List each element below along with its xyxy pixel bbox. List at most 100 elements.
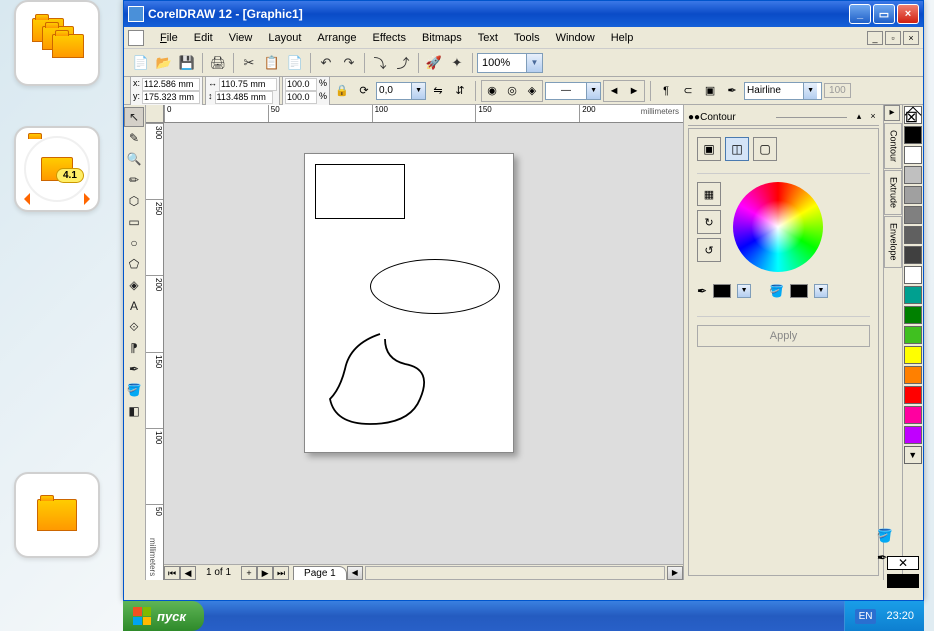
zoom-input[interactable] [478, 57, 526, 69]
tab-envelope[interactable]: Envelope [884, 216, 902, 268]
palette-swatch[interactable] [904, 186, 922, 204]
pos-x[interactable]: 112.586 mm [142, 78, 200, 91]
menu-edit[interactable]: Edit [186, 30, 221, 46]
shape-tool[interactable]: ✎ [124, 128, 144, 148]
intersect-icon[interactable]: ◈ [522, 81, 542, 101]
mdi-restore-button[interactable]: ▫ [885, 31, 901, 45]
menu-text[interactable]: Text [470, 30, 506, 46]
rotation-combo[interactable]: ▼ [376, 82, 426, 100]
palette-swatch[interactable] [904, 406, 922, 424]
mdi-minimize-button[interactable]: _ [867, 31, 883, 45]
language-indicator[interactable]: EN [855, 609, 877, 624]
outline-sample[interactable]: ✕ [887, 556, 919, 570]
basic-shapes-tool[interactable]: ◈ [124, 275, 144, 295]
minimize-button[interactable]: _ [849, 4, 871, 24]
ruler-vertical[interactable]: 300 250 200 150 100 50 millimeters [146, 123, 164, 580]
palette-swatch[interactable] [904, 366, 922, 384]
ellipse-tool[interactable]: ○ [124, 233, 144, 253]
menu-tools[interactable]: Tools [506, 30, 548, 46]
color-direct-icon[interactable]: ▦ [697, 182, 721, 206]
step-4-1-icon[interactable]: 4.1 [14, 126, 100, 212]
palette-scroll-down-icon[interactable]: ▼ [904, 446, 922, 464]
outline-width-combo[interactable]: ▼ [744, 82, 822, 100]
smart-drawing-tool[interactable]: ⬡ [124, 191, 144, 211]
palette-swatch[interactable] [904, 246, 922, 264]
mdi-close-button[interactable]: × [903, 31, 919, 45]
palette-swatch[interactable] [904, 146, 922, 164]
color-wheel[interactable] [733, 182, 823, 272]
paste-button[interactable]: 📄 [284, 52, 306, 74]
polygon-tool[interactable]: ⬠ [124, 254, 144, 274]
eyedropper-tool[interactable]: ⁋ [124, 338, 144, 358]
color-cw-icon[interactable]: ↻ [697, 210, 721, 234]
next-page-button[interactable]: ▶ [257, 566, 273, 580]
maximize-button[interactable]: ▭ [873, 4, 895, 24]
print-button[interactable]: 🖨 [207, 52, 229, 74]
ruler-horizontal[interactable]: 0 50 100 150 200 millimeters [164, 105, 683, 123]
contour-outside-icon[interactable]: ▢ [753, 137, 777, 161]
rotation-dd-icon[interactable]: ▼ [411, 83, 425, 99]
zoom-tool[interactable]: 🔍 [124, 149, 144, 169]
palette-swatch[interactable] [904, 286, 922, 304]
no-color-swatch[interactable]: ⊠ [904, 106, 922, 124]
open-button[interactable]: 📂 [153, 52, 175, 74]
hscroll-track[interactable] [365, 566, 665, 580]
menu-arrange[interactable]: Arrange [309, 30, 364, 46]
line-dash-combo[interactable]: — ▼ [545, 82, 601, 100]
menu-view[interactable]: View [221, 30, 261, 46]
size-w[interactable]: 110.75 mm [219, 78, 277, 91]
docker-header[interactable]: ●● Contour ▴ × [688, 109, 879, 126]
auto-close-icon[interactable]: ⊂ [678, 81, 698, 101]
fill-color-picker[interactable]: 🪣 ▼ [769, 284, 828, 298]
ruler-origin[interactable] [146, 105, 164, 123]
first-page-button[interactable]: ⏮ [164, 566, 180, 580]
mirror-h-icon[interactable]: ⇋ [428, 81, 448, 101]
document-icon[interactable] [128, 30, 144, 46]
undo-button[interactable]: ↶ [315, 52, 337, 74]
rectangle-shape[interactable] [315, 164, 405, 219]
import-button[interactable]: ⤵ [369, 52, 391, 74]
docker-menu-button[interactable]: ▴ [853, 111, 865, 123]
palette-swatch[interactable] [904, 266, 922, 284]
pick-tool[interactable]: ↖ [124, 107, 144, 127]
outline-color-swatch[interactable] [713, 284, 731, 298]
last-page-button[interactable]: ⏭ [273, 566, 289, 580]
fill-bucket-icon[interactable]: 🪣 [877, 528, 893, 544]
menu-help[interactable]: Help [603, 30, 642, 46]
folders-stack-icon[interactable] [14, 0, 100, 86]
palette-swatch[interactable] [904, 426, 922, 444]
docker-close-button[interactable]: × [867, 111, 879, 123]
interactive-fill-tool[interactable]: ◧ [124, 401, 144, 421]
system-tray[interactable]: EN 23:20 [844, 601, 924, 631]
size-h[interactable]: 113.485 mm [215, 91, 273, 104]
freeform-curve-shape[interactable] [325, 329, 455, 429]
fill-tool[interactable]: 🪣 [124, 380, 144, 400]
outline-width-dd-icon[interactable]: ▼ [803, 83, 817, 99]
titlebar[interactable]: CorelDRAW 12 - [Graphic1] _ ▭ × [124, 1, 923, 27]
docker-expand-icon[interactable]: ▸ [884, 105, 900, 121]
prev-page-button[interactable]: ◀ [180, 566, 196, 580]
app-launcher-button[interactable]: 🚀 [423, 52, 445, 74]
palette-swatch[interactable] [904, 306, 922, 324]
hscroll-right-button[interactable]: ▶ [667, 566, 683, 580]
drawing-page[interactable] [304, 153, 514, 453]
end-arrow-icon[interactable]: ► [624, 81, 644, 101]
trim-icon[interactable]: ◎ [502, 81, 522, 101]
mirror-v-icon[interactable]: ⇵ [450, 81, 470, 101]
zoom-combo[interactable]: ▼ [477, 53, 543, 73]
rectangle-tool[interactable]: ▭ [124, 212, 144, 232]
tab-extrude[interactable]: Extrude [884, 170, 902, 215]
outline-color-dd-icon[interactable]: ▼ [737, 284, 751, 298]
menu-effects[interactable]: Effects [365, 30, 414, 46]
interactive-blend-tool[interactable]: ⟐ [124, 317, 144, 337]
start-arrow-icon[interactable]: ◄ [604, 81, 624, 101]
canvas-viewport[interactable] [164, 123, 683, 580]
tab-contour[interactable]: Contour [884, 123, 902, 169]
folder-next-icon[interactable] [14, 472, 100, 558]
contour-inside-icon[interactable]: ◫ [725, 137, 749, 161]
fill-sample[interactable] [887, 574, 919, 588]
scale-y[interactable]: 100.0 [285, 91, 317, 104]
fill-color-swatch[interactable] [790, 284, 808, 298]
contour-center-icon[interactable]: ▣ [697, 137, 721, 161]
rotation-input[interactable] [377, 85, 411, 96]
